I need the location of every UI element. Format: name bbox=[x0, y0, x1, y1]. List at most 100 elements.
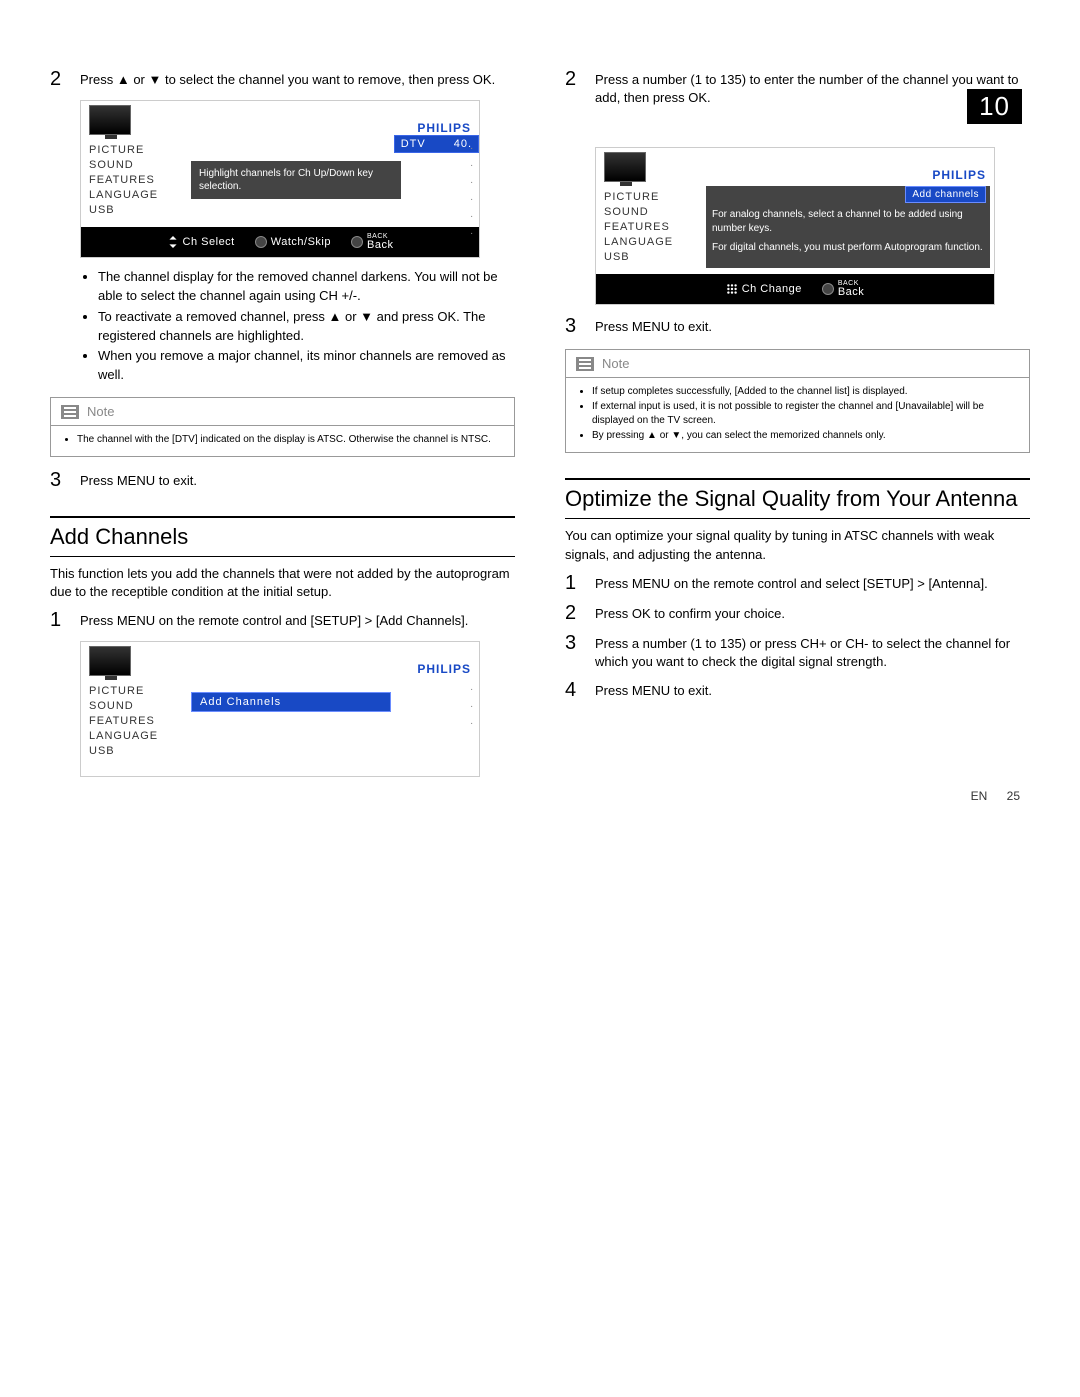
section-optimize-antenna: Optimize the Signal Quality from Your An… bbox=[565, 478, 1030, 519]
bar-back: BACK Back bbox=[822, 280, 864, 298]
bar-watch-skip: Watch/Skip bbox=[255, 236, 331, 248]
right-step-3: 3 Press MENU to exit. bbox=[565, 315, 1030, 337]
right-step-2: 2 Press a number (1 to 135) to enter the… bbox=[565, 68, 1030, 107]
add-channels-step-1: 1 Press MENU on the remote control and [… bbox=[50, 609, 515, 631]
step-number: 2 bbox=[50, 68, 70, 90]
step-number: 3 bbox=[50, 469, 70, 491]
opt-step-4: 4 Press MENU to exit. bbox=[565, 679, 1030, 701]
tv-control-bar: Ch Change BACK Back bbox=[596, 274, 994, 304]
step-text: Press MENU on the remote control and sel… bbox=[595, 572, 988, 594]
list-item: When you remove a major channel, its min… bbox=[98, 347, 515, 385]
tv-screenshot-add-channel-entry: 10 PHILIPS PICTURE SOUND FEATURES LANGUA… bbox=[595, 147, 995, 305]
add-channels-intro: This function lets you add the channels … bbox=[50, 565, 515, 601]
tv-menu-item: FEATURES bbox=[89, 174, 183, 186]
step-text: Press ▲ or ▼ to select the channel you w… bbox=[80, 68, 495, 90]
tv-menu-item: PICTURE bbox=[604, 191, 698, 203]
dtv-badge: DTV 40. bbox=[394, 135, 479, 153]
tv-right-pane: Add channels For analog channels, select… bbox=[706, 186, 990, 268]
tv-icon bbox=[89, 105, 131, 135]
step-number: 1 bbox=[50, 609, 70, 631]
tv-menu-item: FEATURES bbox=[89, 715, 183, 727]
tv-right-pane: Add Channels ... bbox=[191, 678, 479, 768]
optimize-intro: You can optimize your signal quality by … bbox=[565, 527, 1030, 563]
note-label: Note bbox=[87, 404, 114, 419]
list-item: By pressing ▲ or ▼, you can select the m… bbox=[592, 429, 1019, 443]
updown-icon bbox=[167, 236, 179, 248]
tv-menu-item: SOUND bbox=[89, 159, 183, 171]
tv-menu-item: LANGUAGE bbox=[89, 189, 183, 201]
step-text: Press MENU to exit. bbox=[80, 469, 197, 491]
left-step-2: 2 Press ▲ or ▼ to select the channel you… bbox=[50, 68, 515, 90]
tv-icon bbox=[604, 152, 646, 182]
tv-hint-analog: For analog channels, select a channel to… bbox=[712, 208, 984, 235]
step-number: 3 bbox=[565, 315, 585, 337]
dtv-label: DTV bbox=[401, 138, 426, 150]
step-number: 4 bbox=[565, 679, 585, 701]
tv-menu-item: SOUND bbox=[89, 700, 183, 712]
step-text: Press MENU to exit. bbox=[595, 679, 712, 701]
remove-channel-notes: The channel display for the removed chan… bbox=[50, 268, 515, 385]
list-item: The channel display for the removed chan… bbox=[98, 268, 515, 306]
tv-menu-item: SOUND bbox=[604, 206, 698, 218]
bar-ch-select: Ch Select bbox=[167, 236, 235, 248]
tv-menu-item: USB bbox=[89, 745, 183, 757]
step-text: Press a number (1 to 135) to enter the n… bbox=[595, 68, 1030, 107]
tv-menu-item: LANGUAGE bbox=[89, 730, 183, 742]
back-icon bbox=[822, 283, 834, 295]
back-icon bbox=[351, 236, 363, 248]
list-item: The channel with the [DTV] indicated on … bbox=[77, 433, 504, 447]
tv-screenshot-add-channels-menu: PHILIPS PICTURE SOUND FEATURES LANGUAGE … bbox=[80, 641, 480, 777]
tv-menu-item: PICTURE bbox=[89, 144, 183, 156]
tv-menu-item: FEATURES bbox=[604, 221, 698, 233]
bar-ch-change: Ch Change bbox=[726, 283, 802, 295]
step-number: 3 bbox=[565, 632, 585, 671]
opt-step-1: 1 Press MENU on the remote control and s… bbox=[565, 572, 1030, 594]
tv-screenshot-remove-channel: PHILIPS PICTURE SOUND FEATURES LANGUAGE … bbox=[80, 100, 480, 258]
list-item: To reactivate a removed channel, press ▲… bbox=[98, 308, 515, 346]
list-item: If external input is used, it is not pos… bbox=[592, 400, 1019, 428]
left-step-3: 3 Press MENU to exit. bbox=[50, 469, 515, 491]
note-box-left: Note The channel with the [DTV] indicate… bbox=[50, 397, 515, 457]
left-column: 2 Press ▲ or ▼ to select the channel you… bbox=[50, 60, 515, 787]
decorative-dots: ... bbox=[470, 682, 473, 727]
step-text: Press a number (1 to 135) or press CH+ o… bbox=[595, 632, 1030, 671]
tv-control-bar: Ch Select Watch/Skip BACK Back bbox=[81, 227, 479, 257]
tv-hint-digital: For digital channels, you must perform A… bbox=[712, 241, 984, 255]
ok-icon bbox=[255, 236, 267, 248]
brand-logo: PHILIPS bbox=[417, 662, 471, 676]
tv-menu-list: PICTURE SOUND FEATURES LANGUAGE USB bbox=[81, 137, 191, 227]
opt-step-2: 2 Press OK to conﬁrm your choice. bbox=[565, 602, 1030, 624]
step-text: Press MENU to exit. bbox=[595, 315, 712, 337]
add-channels-badge: Add channels bbox=[905, 186, 986, 203]
tv-menu-list: PICTURE SOUND FEATURES LANGUAGE USB bbox=[81, 678, 191, 768]
page-columns: 2 Press ▲ or ▼ to select the channel you… bbox=[50, 60, 1030, 787]
list-item: If setup completes successfully, [Added … bbox=[592, 385, 1019, 399]
tv-overlay-hint: Highlight channels for Ch Up/Down key se… bbox=[191, 161, 401, 199]
opt-step-3: 3 Press a number (1 to 135) or press CH+… bbox=[565, 632, 1030, 671]
brand-logo: PHILIPS bbox=[417, 121, 471, 135]
tv-menu-item: PICTURE bbox=[89, 685, 183, 697]
note-icon bbox=[576, 357, 594, 371]
step-number: 1 bbox=[565, 572, 585, 594]
channel-number-display: 10 bbox=[967, 89, 1022, 124]
add-channels-badge: Add Channels bbox=[191, 692, 391, 712]
note-icon bbox=[61, 405, 79, 419]
bar-back: BACK Back bbox=[351, 233, 393, 251]
tv-menu-item: USB bbox=[89, 204, 183, 216]
right-column: 2 Press a number (1 to 135) to enter the… bbox=[565, 60, 1030, 787]
brand-logo: PHILIPS bbox=[932, 168, 986, 182]
tv-menu-item: USB bbox=[604, 251, 698, 263]
section-add-channels: Add Channels bbox=[50, 516, 515, 557]
note-label: Note bbox=[602, 356, 629, 371]
step-text: Press OK to conﬁrm your choice. bbox=[595, 602, 785, 624]
grid-icon bbox=[726, 283, 738, 295]
step-number: 2 bbox=[565, 602, 585, 624]
note-box-right: Note If setup completes successfully, [A… bbox=[565, 349, 1030, 453]
page-number: EN 25 bbox=[971, 789, 1020, 803]
tv-icon bbox=[89, 646, 131, 676]
decorative-dots: ...... bbox=[470, 141, 473, 237]
step-number: 2 bbox=[565, 68, 585, 107]
tv-menu-list: PICTURE SOUND FEATURES LANGUAGE USB bbox=[596, 184, 706, 274]
step-text: Press MENU on the remote control and [SE… bbox=[80, 609, 468, 631]
tv-menu-item: LANGUAGE bbox=[604, 236, 698, 248]
